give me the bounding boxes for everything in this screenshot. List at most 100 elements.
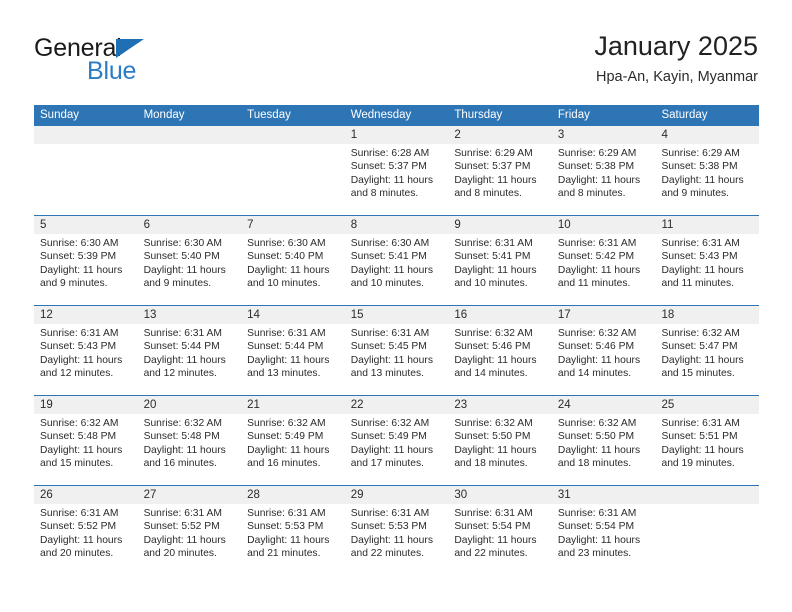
day-cell-empty [34,144,138,215]
sunset-text: Sunset: 5:43 PM [661,251,738,263]
daylight-text: Daylight: 11 hours [454,444,537,456]
day-cell[interactable]: Sunrise: 6:31 AM Sunset: 5:54 PM Daylight:… [448,504,552,575]
day-number[interactable]: 17 [552,306,656,324]
day-cell[interactable]: Sunrise: 6:31 AM Sunset: 5:44 PM Daylight:… [241,324,345,395]
day-cell[interactable]: Sunrise: 6:31 AM Sunset: 5:44 PM Daylight:… [138,324,242,395]
day-number[interactable]: 30 [448,486,552,504]
day-cell[interactable]: Sunrise: 6:32 AM Sunset: 5:48 PM Daylight:… [34,414,138,485]
sunrise-text: Sunrise: 6:31 AM [40,328,119,339]
day-number[interactable]: 12 [34,306,138,324]
day-number[interactable]: 14 [241,306,345,324]
day-number[interactable]: 23 [448,396,552,414]
day-number[interactable]: 1 [345,126,449,144]
sunset-text: Sunset: 5:51 PM [661,431,738,443]
day-number[interactable]: 4 [655,126,759,144]
day-cell[interactable]: Sunrise: 6:31 AM Sunset: 5:52 PM Daylight:… [34,504,138,575]
calendar-week-row: 12 13 14 15 16 17 18 Sunrise: 6:31 AM Sunset: 5:… [34,305,759,395]
sunset-text: Sunset: 5:37 PM [454,161,531,173]
day-number[interactable]: 15 [345,306,449,324]
day-number[interactable]: 26 [34,486,138,504]
day-number[interactable]: 13 [138,306,242,324]
logo-text-blue: Blue [87,57,137,85]
day-number[interactable]: 6 [138,216,242,234]
weekday-header-monday: Monday [143,109,185,121]
day-cell[interactable]: Sunrise: 6:32 AM Sunset: 5:50 PM Daylight:… [448,414,552,485]
day-cell[interactable]: Sunrise: 6:32 AM Sunset: 5:47 PM Daylight:… [655,324,759,395]
day-cell[interactable]: Sunrise: 6:31 AM Sunset: 5:52 PM Daylight:… [138,504,242,575]
day-cell[interactable]: Sunrise: 6:30 AM Sunset: 5:41 PM Daylight:… [345,234,449,305]
day-number[interactable]: 19 [34,396,138,414]
sunset-text: Sunset: 5:38 PM [661,161,738,173]
sunset-text: Sunset: 5:48 PM [40,431,117,443]
day-cell[interactable]: Sunrise: 6:29 AM Sunset: 5:38 PM Daylight:… [552,144,656,215]
calendar-page: General Blue January 2025 Hpa-An, Kayin,… [0,0,792,612]
day-cell[interactable]: Sunrise: 6:31 AM Sunset: 5:45 PM Daylight:… [345,324,449,395]
daylight-text: Daylight: 11 hours [661,354,744,366]
day-cell[interactable]: Sunrise: 6:31 AM Sunset: 5:51 PM Daylight:… [655,414,759,485]
sunset-text: Sunset: 5:37 PM [350,161,427,173]
day-cell[interactable]: Sunrise: 6:29 AM Sunset: 5:38 PM Daylight:… [655,144,759,215]
sunset-text: Sunset: 5:54 PM [454,521,531,533]
weekday-header-row: Sunday Monday Tuesday Wednesday Thursday Frid… [34,105,759,126]
day-number[interactable]: 22 [345,396,449,414]
sunset-text: Sunset: 5:49 PM [350,431,427,443]
logo-triangle-icon [116,39,144,58]
day-number[interactable]: 2 [448,126,552,144]
day-number[interactable]: 16 [448,306,552,324]
sunset-text: Sunset: 5:42 PM [557,251,635,263]
day-number[interactable]: 11 [655,216,759,234]
sunrise-text: Sunrise: 6:28 AM [350,148,430,159]
day-number[interactable]: 24 [552,396,656,414]
daylight-text: Daylight: 11 hours [557,354,641,366]
day-number[interactable]: 9 [448,216,552,234]
daylight-text: Daylight: 11 hours [247,534,330,546]
day-number[interactable]: 29 [345,486,449,504]
day-cell[interactable]: Sunrise: 6:31 AM Sunset: 5:41 PM Daylight:… [448,234,552,305]
sunset-text: Sunset: 5:39 PM [40,251,117,263]
day-cell[interactable]: Sunrise: 6:28 AM Sunset: 5:37 PM Daylight:… [345,144,449,215]
day-cell[interactable]: Sunrise: 6:32 AM Sunset: 5:48 PM Daylight:… [138,414,242,485]
general-blue-logo[interactable]: General Blue [34,34,274,90]
day-number[interactable]: 21 [241,396,345,414]
day-cell[interactable]: Sunrise: 6:30 AM Sunset: 5:39 PM Daylight:… [34,234,138,305]
daylight-text-cont: and 18 minutes. [557,458,632,470]
sunrise-text: Sunrise: 6:32 AM [40,418,119,429]
daylight-text-cont: and 12 minutes. [40,368,114,380]
day-cell[interactable]: Sunrise: 6:32 AM Sunset: 5:46 PM Daylight:… [448,324,552,395]
page-title: January 2025 [594,31,758,61]
day-number[interactable]: 25 [655,396,759,414]
day-cell[interactable]: Sunrise: 6:32 AM Sunset: 5:49 PM Daylight:… [345,414,449,485]
day-number[interactable]: 8 [345,216,449,234]
sunrise-text: Sunrise: 6:29 AM [454,148,533,159]
day-number[interactable]: 31 [552,486,656,504]
day-number[interactable]: 10 [552,216,656,234]
day-cell[interactable]: Sunrise: 6:32 AM Sunset: 5:50 PM Daylight:… [552,414,656,485]
sunrise-text: Sunrise: 6:29 AM [661,148,740,159]
day-cell[interactable]: Sunrise: 6:31 AM Sunset: 5:42 PM Daylight:… [552,234,656,305]
day-cell[interactable]: Sunrise: 6:31 AM Sunset: 5:43 PM Daylight:… [34,324,138,395]
day-number[interactable]: 5 [34,216,138,234]
day-cell[interactable]: Sunrise: 6:31 AM Sunset: 5:54 PM Daylight:… [552,504,656,575]
day-number[interactable]: 7 [241,216,345,234]
day-number[interactable]: 3 [552,126,656,144]
day-cell[interactable]: Sunrise: 6:31 AM Sunset: 5:43 PM Daylight:… [655,234,759,305]
day-cell[interactable]: Sunrise: 6:29 AM Sunset: 5:37 PM Daylight:… [448,144,552,215]
day-cell[interactable]: Sunrise: 6:31 AM Sunset: 5:53 PM Daylight:… [345,504,449,575]
day-number[interactable]: 18 [655,306,759,324]
day-number[interactable]: 27 [138,486,242,504]
page-header: General Blue January 2025 Hpa-An, Kayin,… [34,30,758,100]
daylight-text: Daylight: 11 hours [40,444,123,456]
calendar-week-row: 5 6 7 8 9 10 11 Sunrise: 6:30 AM Sunset: 5:39 PM… [34,215,759,305]
day-number[interactable]: 20 [138,396,242,414]
day-number-row: 12 13 14 15 16 17 18 [34,306,759,324]
day-cell[interactable]: Sunrise: 6:32 AM Sunset: 5:46 PM Daylight:… [552,324,656,395]
daylight-text-cont: and 10 minutes. [350,278,425,290]
day-cell[interactable]: Sunrise: 6:30 AM Sunset: 5:40 PM Daylight:… [241,234,345,305]
day-number[interactable]: 28 [241,486,345,504]
day-cell[interactable]: Sunrise: 6:30 AM Sunset: 5:40 PM Daylight:… [138,234,242,305]
day-cell[interactable]: Sunrise: 6:32 AM Sunset: 5:49 PM Daylight:… [241,414,345,485]
daylight-text-cont: and 9 minutes. [40,278,108,290]
sunset-text: Sunset: 5:49 PM [247,431,324,443]
daylight-text-cont: and 11 minutes. [661,278,734,290]
day-cell[interactable]: Sunrise: 6:31 AM Sunset: 5:53 PM Daylight:… [241,504,345,575]
